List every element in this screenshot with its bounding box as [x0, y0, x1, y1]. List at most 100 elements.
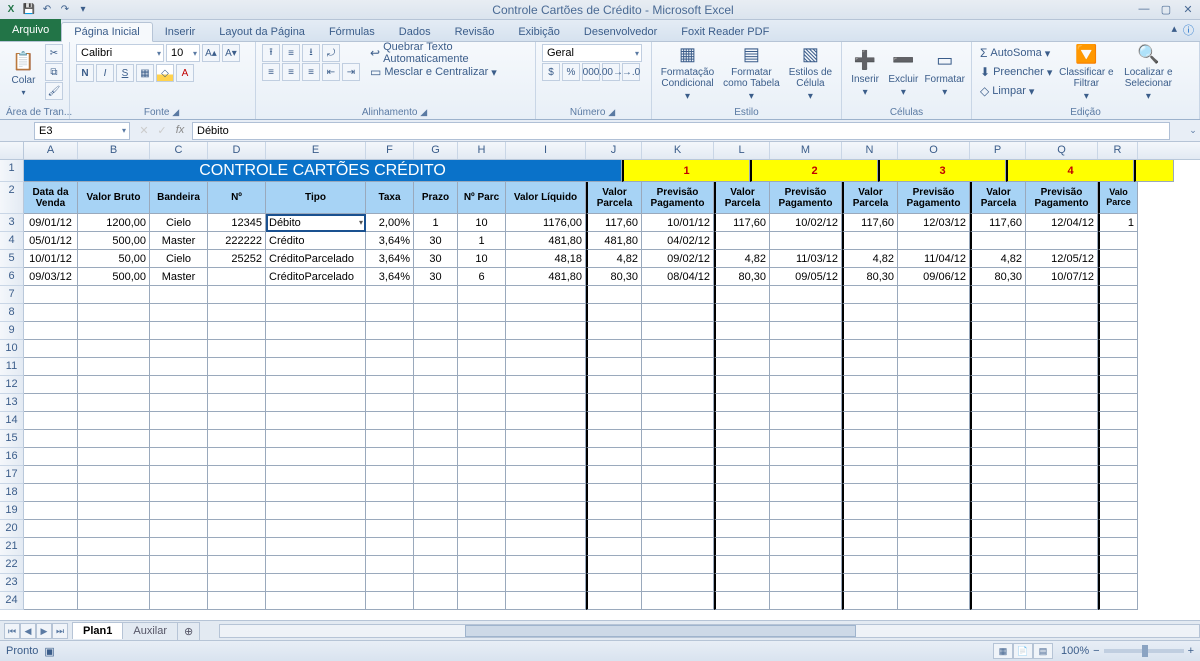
- cell[interactable]: [770, 520, 842, 538]
- cell[interactable]: [208, 538, 266, 556]
- cell[interactable]: 12/03/12: [898, 214, 970, 232]
- merge-center-button[interactable]: ▭Mesclar e Centralizar ▾: [368, 63, 529, 81]
- cell[interactable]: [366, 502, 414, 520]
- cell[interactable]: [208, 574, 266, 592]
- cell[interactable]: [770, 592, 842, 610]
- cell[interactable]: 2,00%: [366, 214, 414, 232]
- sheet-tab-insert[interactable]: ⊕: [177, 622, 200, 640]
- cell[interactable]: [366, 538, 414, 556]
- cell[interactable]: Previsão Pagamento: [898, 182, 970, 214]
- align-left-icon[interactable]: ≡: [262, 63, 280, 81]
- cell[interactable]: 4,82: [586, 250, 642, 268]
- bold-icon[interactable]: N: [76, 64, 94, 82]
- cell[interactable]: [24, 286, 78, 304]
- delete-cells-button[interactable]: ➖Excluir▾: [886, 44, 920, 102]
- cell[interactable]: [1098, 358, 1138, 376]
- cell[interactable]: 17: [0, 466, 24, 484]
- cell[interactable]: [586, 286, 642, 304]
- cell[interactable]: [266, 430, 366, 448]
- cell[interactable]: 500,00: [78, 232, 150, 250]
- cell[interactable]: [770, 556, 842, 574]
- cell[interactable]: [842, 358, 898, 376]
- cell[interactable]: [770, 358, 842, 376]
- cell[interactable]: Nº: [208, 182, 266, 214]
- cell[interactable]: 1: [414, 214, 458, 232]
- cell[interactable]: [208, 376, 266, 394]
- cell[interactable]: [586, 574, 642, 592]
- cell[interactable]: 13: [0, 394, 24, 412]
- cell[interactable]: [586, 448, 642, 466]
- underline-icon[interactable]: S: [116, 64, 134, 82]
- cell[interactable]: [78, 502, 150, 520]
- cell[interactable]: [586, 376, 642, 394]
- cell[interactable]: [78, 430, 150, 448]
- cell[interactable]: [266, 538, 366, 556]
- cell[interactable]: [208, 502, 266, 520]
- cell[interactable]: [970, 340, 1026, 358]
- cell[interactable]: 3: [878, 160, 1006, 182]
- cell[interactable]: [266, 340, 366, 358]
- cell[interactable]: [458, 556, 506, 574]
- col-B[interactable]: B: [78, 142, 150, 159]
- tab-layout[interactable]: Layout da Página: [207, 23, 317, 41]
- cell[interactable]: [770, 448, 842, 466]
- cell[interactable]: [24, 430, 78, 448]
- cell[interactable]: 08/04/12: [642, 268, 714, 286]
- cell[interactable]: [1098, 448, 1138, 466]
- cell[interactable]: [642, 322, 714, 340]
- cell[interactable]: [714, 592, 770, 610]
- cell[interactable]: 12/04/12: [1026, 214, 1098, 232]
- cell[interactable]: [1026, 448, 1098, 466]
- cell[interactable]: [506, 322, 586, 340]
- cell[interactable]: [78, 556, 150, 574]
- cell[interactable]: 4,82: [842, 250, 898, 268]
- number-format-combo[interactable]: Geral: [542, 44, 642, 62]
- cell[interactable]: [150, 484, 208, 502]
- cell[interactable]: [898, 412, 970, 430]
- cell[interactable]: [24, 466, 78, 484]
- cell[interactable]: [714, 502, 770, 520]
- cell[interactable]: 3,64%: [366, 232, 414, 250]
- cell[interactable]: [1098, 304, 1138, 322]
- cell[interactable]: Valor Parcela: [842, 182, 898, 214]
- cell[interactable]: 30: [414, 232, 458, 250]
- cell[interactable]: [1098, 286, 1138, 304]
- cell[interactable]: 222222: [208, 232, 266, 250]
- cell[interactable]: [714, 322, 770, 340]
- cell[interactable]: [1098, 502, 1138, 520]
- tab-data[interactable]: Dados: [387, 23, 443, 41]
- col-F[interactable]: F: [366, 142, 414, 159]
- cell-styles-button[interactable]: ▧Estilos de Célula▾: [786, 44, 835, 102]
- tab-foxit[interactable]: Foxit Reader PDF: [669, 23, 781, 41]
- cell[interactable]: [642, 358, 714, 376]
- cell[interactable]: [208, 340, 266, 358]
- cell[interactable]: [24, 322, 78, 340]
- cell[interactable]: [208, 520, 266, 538]
- cell[interactable]: [506, 412, 586, 430]
- cell[interactable]: [78, 286, 150, 304]
- cell[interactable]: 21: [0, 538, 24, 556]
- cell[interactable]: [366, 448, 414, 466]
- cell[interactable]: [898, 430, 970, 448]
- align-top-icon[interactable]: ⭱: [262, 44, 280, 62]
- cell[interactable]: 09/02/12: [642, 250, 714, 268]
- cell[interactable]: [898, 322, 970, 340]
- fx-cancel-icon[interactable]: ✕: [136, 124, 152, 137]
- cell[interactable]: [506, 592, 586, 610]
- cell[interactable]: [970, 592, 1026, 610]
- cell[interactable]: 2: [0, 182, 24, 214]
- cell[interactable]: 80,30: [586, 268, 642, 286]
- cell[interactable]: 10/02/12: [770, 214, 842, 232]
- cell[interactable]: [1098, 232, 1138, 250]
- cell[interactable]: [506, 376, 586, 394]
- cell[interactable]: [150, 376, 208, 394]
- cell[interactable]: [770, 322, 842, 340]
- format-cells-button[interactable]: ▭Formatar▾: [924, 44, 965, 102]
- cell[interactable]: 48,18: [506, 250, 586, 268]
- name-box[interactable]: E3: [34, 122, 130, 140]
- increase-font-icon[interactable]: A▴: [202, 44, 220, 62]
- cell[interactable]: [208, 358, 266, 376]
- cell[interactable]: [414, 304, 458, 322]
- cell[interactable]: [150, 358, 208, 376]
- cell[interactable]: [1098, 322, 1138, 340]
